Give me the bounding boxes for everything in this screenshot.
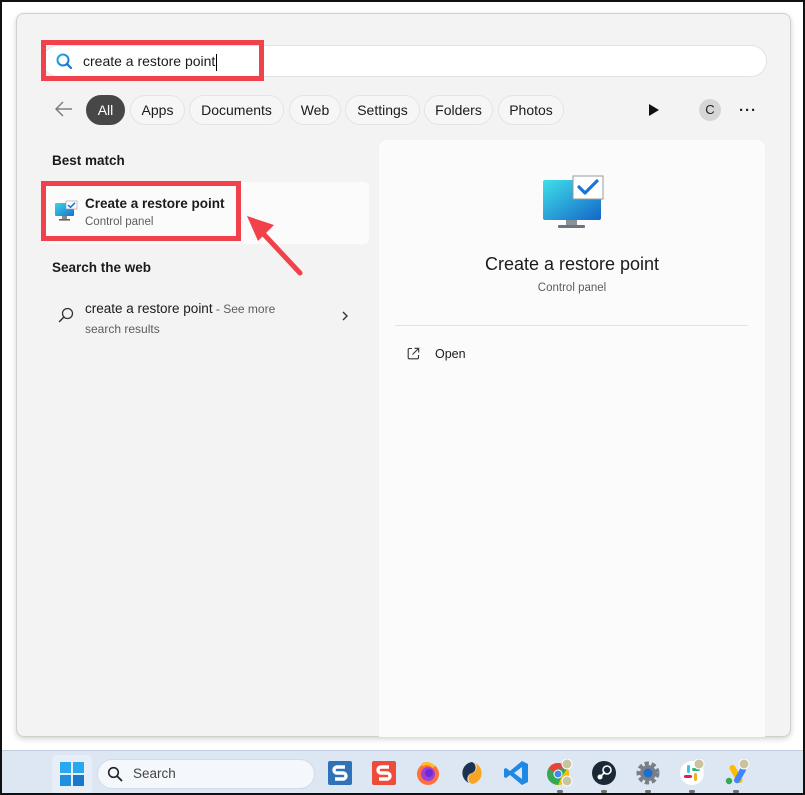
search-icon bbox=[107, 766, 123, 782]
account-avatar[interactable]: C bbox=[699, 99, 721, 121]
open-label: Open bbox=[435, 347, 466, 361]
best-match-heading: Best match bbox=[52, 153, 125, 168]
running-indicator bbox=[689, 790, 695, 793]
vscode-icon[interactable] bbox=[502, 759, 530, 787]
snagit-red-icon[interactable] bbox=[370, 759, 398, 787]
chrome-icon[interactable] bbox=[546, 759, 574, 787]
best-match-highlight-box bbox=[41, 181, 241, 241]
search-highlight-box bbox=[41, 40, 264, 81]
detail-title: Create a restore point bbox=[484, 254, 660, 274]
search-icon bbox=[58, 307, 74, 323]
annotation-arrow bbox=[247, 216, 303, 276]
detail-pane bbox=[379, 140, 765, 737]
tab-folders[interactable]: Folders bbox=[424, 95, 493, 125]
tab-apps[interactable]: Apps bbox=[130, 95, 185, 125]
steam-icon[interactable] bbox=[590, 759, 618, 787]
web-result-title: create a restore point - See more bbox=[85, 301, 275, 316]
running-indicator bbox=[557, 790, 563, 793]
more-options-icon[interactable]: ··· bbox=[739, 102, 757, 119]
tab-all[interactable]: All bbox=[86, 95, 125, 125]
play-icon[interactable] bbox=[648, 103, 660, 117]
start-button[interactable] bbox=[52, 755, 92, 793]
divider bbox=[395, 325, 748, 326]
detail-subtitle: Control panel bbox=[537, 282, 607, 294]
google-ads-icon[interactable] bbox=[722, 759, 750, 787]
slack-icon[interactable] bbox=[678, 759, 706, 787]
open-external-icon bbox=[407, 347, 420, 360]
taskbar-search-placeholder: Search bbox=[133, 766, 176, 781]
simplenote-icon[interactable] bbox=[458, 759, 486, 787]
tab-settings[interactable]: Settings bbox=[345, 95, 420, 125]
snagit-blue-icon[interactable] bbox=[326, 759, 354, 787]
settings-gear-icon[interactable] bbox=[634, 759, 662, 787]
monitor-check-icon bbox=[543, 175, 604, 228]
back-arrow-icon[interactable] bbox=[53, 98, 75, 120]
tab-web[interactable]: Web bbox=[289, 95, 341, 125]
web-result-suffix: - See more bbox=[212, 302, 276, 316]
tab-documents[interactable]: Documents bbox=[189, 95, 284, 125]
taskbar-search-box[interactable] bbox=[97, 759, 315, 789]
chevron-right-icon[interactable] bbox=[340, 309, 350, 323]
running-indicator bbox=[733, 790, 739, 793]
tab-photos[interactable]: Photos bbox=[498, 95, 564, 125]
web-result-query: create a restore point bbox=[85, 301, 213, 316]
firefox-icon[interactable] bbox=[414, 759, 442, 787]
web-result-subtitle: search results bbox=[85, 322, 160, 336]
windows-logo-icon bbox=[60, 762, 84, 786]
running-indicator bbox=[601, 790, 607, 793]
search-web-heading: Search the web bbox=[52, 260, 152, 275]
running-indicator bbox=[645, 790, 651, 793]
